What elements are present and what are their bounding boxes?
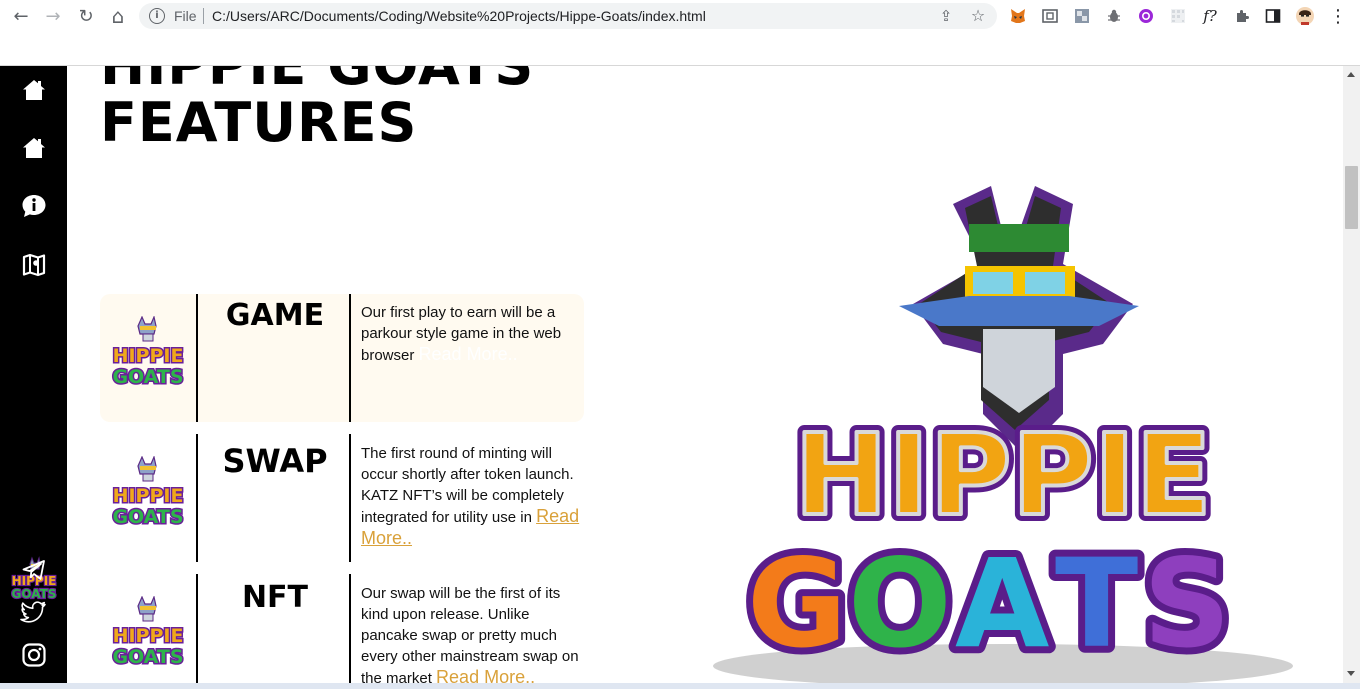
reload-button[interactable]: ↻ xyxy=(74,4,98,28)
image-extension-icon[interactable] xyxy=(1072,6,1092,26)
svg-text:GOATS: GOATS xyxy=(112,506,183,528)
browser-menu-icon[interactable]: ⋮ xyxy=(1326,4,1350,28)
read-more-link[interactable]: Read More.. xyxy=(419,344,518,364)
home-icon[interactable] xyxy=(20,76,48,104)
formula-icon[interactable]: f? xyxy=(1200,6,1220,26)
metamask-fox-icon[interactable] xyxy=(1008,6,1028,26)
scroll-up-arrow-icon[interactable] xyxy=(1347,72,1355,77)
home-button[interactable]: ⌂ xyxy=(106,4,130,28)
svg-text:A: A xyxy=(955,533,1049,675)
card-title: SWAP xyxy=(222,442,328,480)
svg-text:O: O xyxy=(848,533,952,675)
os-taskbar-edge xyxy=(0,683,1360,689)
screen-capture-icon[interactable] xyxy=(1040,6,1060,26)
card-divider xyxy=(196,434,198,562)
feature-card-game: HIPPIE GOATS GAME Our first play to earn… xyxy=(100,294,584,422)
hippie-goats-card-logo: HIPPIE GOATS xyxy=(111,596,185,668)
card-title: NFT xyxy=(241,580,309,615)
svg-text:GOATS: GOATS xyxy=(112,366,183,388)
svg-text:S: S xyxy=(1143,533,1231,675)
address-bar[interactable]: i File C:/Users/ARC/Documents/Coding/Web… xyxy=(139,3,997,29)
card-title: GAME xyxy=(225,298,325,333)
home-icon[interactable] xyxy=(20,134,48,162)
forward-button[interactable]: → xyxy=(41,4,65,28)
card-description: Our swap will be the first of its kind u… xyxy=(361,583,586,689)
back-button[interactable]: ← xyxy=(9,4,33,28)
page-title: HIPPIE GOATS FEATURES xyxy=(100,66,534,151)
main-content: HIPPIE GOATS FEATURES HIPPIE GOATS GAME … xyxy=(67,66,1343,689)
scroll-down-arrow-icon[interactable] xyxy=(1347,671,1355,676)
hippie-goats-card-logo: HIPPIE GOATS xyxy=(111,456,185,528)
svg-text:G: G xyxy=(747,533,847,675)
url-scheme-label: File xyxy=(174,8,197,24)
vertical-scrollbar[interactable] xyxy=(1343,66,1360,683)
svg-text:HIPPIE: HIPPIE xyxy=(113,345,184,367)
bookmark-star-icon[interactable]: ☆ xyxy=(968,6,988,26)
svg-text:HIPPIE: HIPPIE xyxy=(113,625,184,647)
url-separator xyxy=(203,8,204,24)
svg-text:T: T xyxy=(1055,533,1138,675)
card-description: Our first play to earn will be a parkour… xyxy=(361,302,586,366)
bug-icon[interactable] xyxy=(1104,6,1124,26)
map-icon[interactable] xyxy=(20,251,48,279)
instagram-icon[interactable] xyxy=(20,641,48,669)
share-icon[interactable]: ⇪ xyxy=(936,6,956,26)
feature-card-swap: HIPPIE GOATS SWAP The first round of min… xyxy=(100,434,584,562)
scrollbar-thumb[interactable] xyxy=(1345,166,1358,229)
svg-text:HIPPIE: HIPPIE xyxy=(113,485,184,507)
site-info-icon[interactable]: i xyxy=(149,8,165,24)
card-divider xyxy=(349,434,351,562)
title-line-2: FEATURES xyxy=(100,90,418,154)
card-divider xyxy=(349,574,351,689)
svg-text:HIPPIE: HIPPIE xyxy=(794,411,1212,541)
card-divider xyxy=(196,574,198,689)
sidepanel-icon[interactable] xyxy=(1263,6,1283,26)
telegram-icon[interactable] xyxy=(20,556,48,584)
purple-circle-icon[interactable] xyxy=(1136,6,1156,26)
card-description: The first round of minting will occur sh… xyxy=(361,443,586,550)
profile-avatar[interactable] xyxy=(1295,6,1315,26)
card-divider xyxy=(349,294,351,422)
svg-text:GOATS: GOATS xyxy=(112,646,183,668)
left-sidebar: HIPPIE GOATS xyxy=(0,66,67,689)
feature-card-nft: HIPPIE GOATS NFT Our swap will be the fi… xyxy=(100,574,584,689)
grid-extension-icon[interactable] xyxy=(1168,6,1188,26)
twitter-icon[interactable] xyxy=(20,598,48,626)
card-divider xyxy=(196,294,198,422)
info-chat-icon[interactable] xyxy=(20,192,48,220)
puzzle-icon[interactable] xyxy=(1232,6,1252,26)
hippie-goats-hero-logo: HIPPIE HIPPIE G O A T S xyxy=(713,186,1293,688)
url-text[interactable]: C:/Users/ARC/Documents/Coding/Website%20… xyxy=(212,8,706,24)
browser-toolbar: ← → ↻ ⌂ i File C:/Users/ARC/Documents/Co… xyxy=(0,0,1360,32)
hippie-goats-card-logo: HIPPIE GOATS xyxy=(111,316,185,388)
